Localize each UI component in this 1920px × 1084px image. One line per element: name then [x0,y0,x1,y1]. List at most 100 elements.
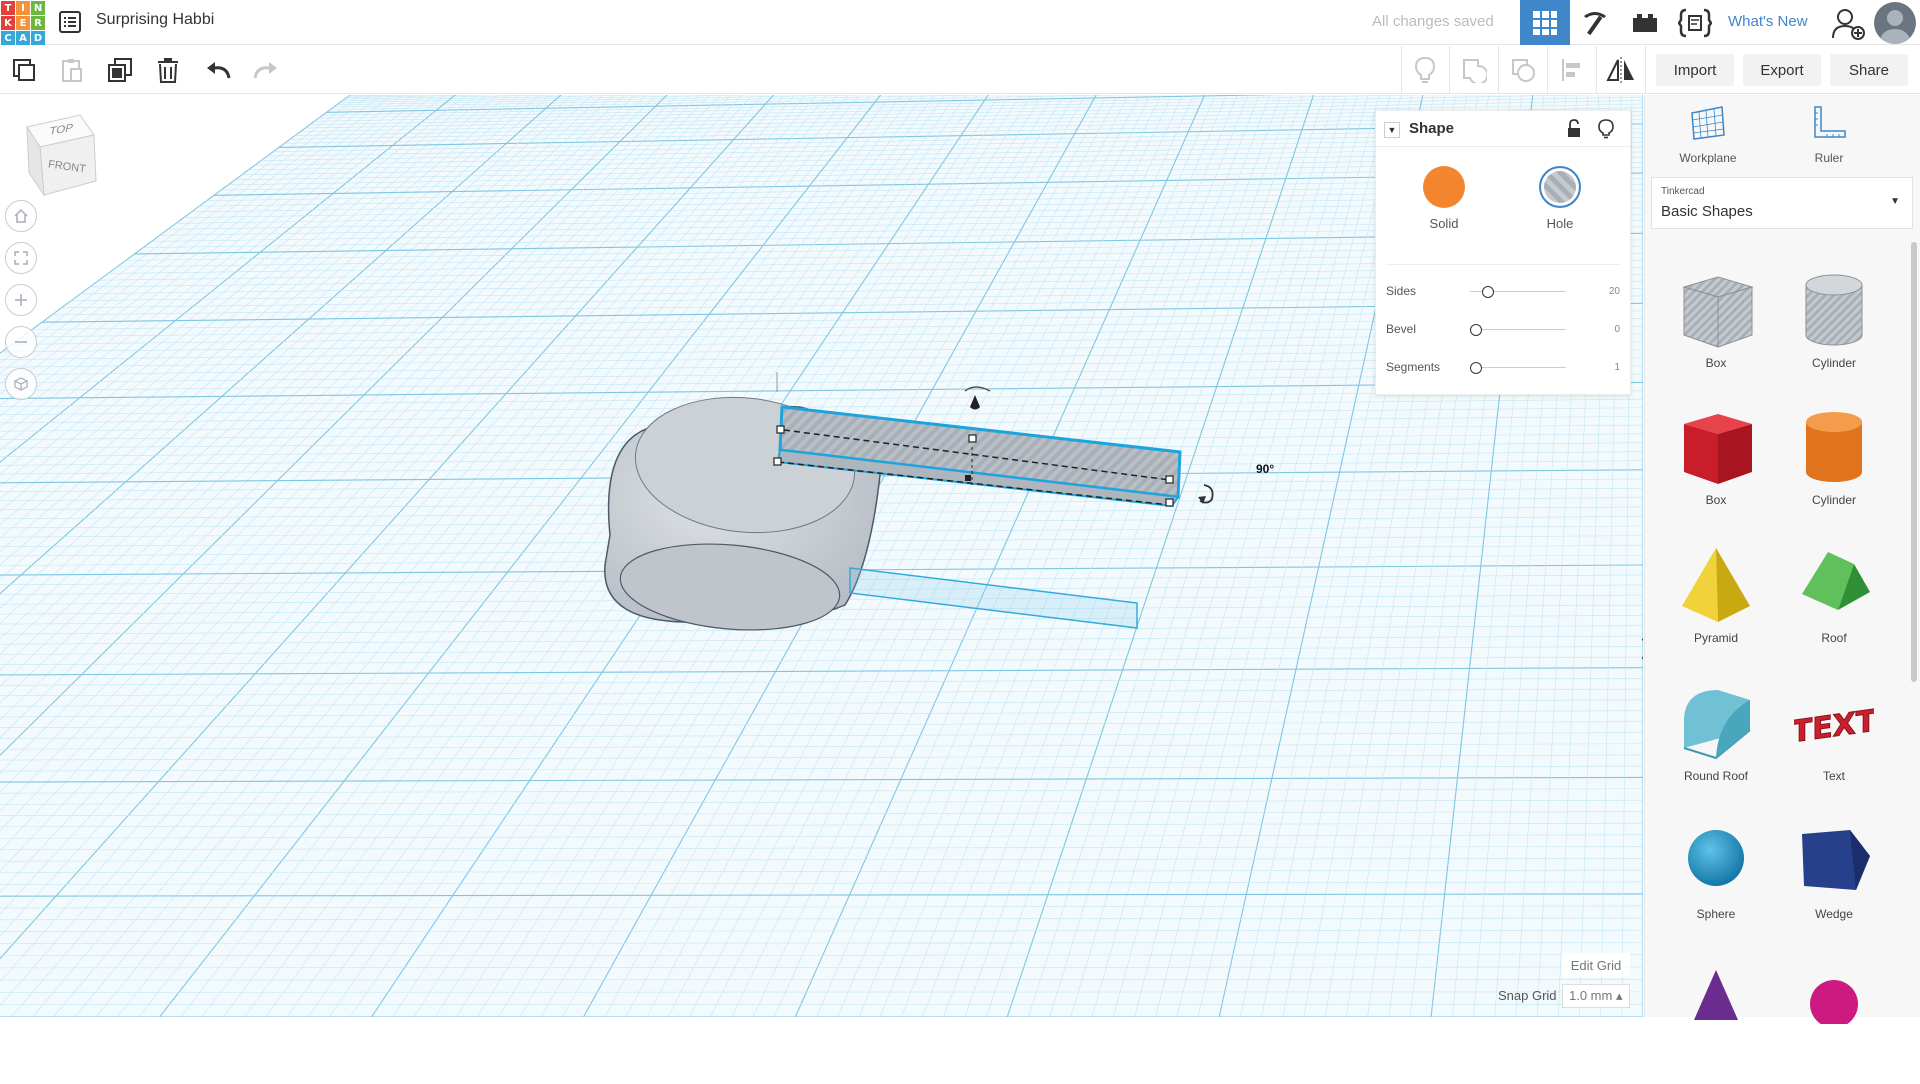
collapse-panel-icon[interactable]: ❭ [1637,635,1643,660]
zoom-in-button[interactable] [5,284,37,316]
group-icon [1461,57,1487,83]
hole-option[interactable]: Hole [1525,166,1595,231]
shape-text[interactable]: TEXT Text [1779,678,1889,808]
hole-label: Hole [1525,216,1595,231]
segments-value[interactable]: 1 [1614,362,1620,373]
library-source: Tinkercad [1661,186,1705,197]
toolbar-divider [1645,46,1646,94]
copy-icon [11,57,37,83]
solid-option[interactable]: Solid [1409,166,1479,231]
solid-color-swatch[interactable] [1423,166,1465,208]
snap-grid-select[interactable]: 1.0 mm ▴ [1562,984,1630,1008]
shape-label: Cylinder [1779,356,1889,370]
shape-pyramid[interactable]: Pyramid [1661,540,1771,670]
shape-label: Sphere [1661,907,1771,921]
sides-value[interactable]: 20 [1609,286,1620,297]
segments-slider-knob[interactable] [1470,362,1482,374]
lock-button[interactable] [1566,119,1584,139]
design-list-icon[interactable] [58,10,82,34]
ruler-tool[interactable]: Ruler [1774,103,1884,165]
shape-label: Text [1779,769,1889,783]
ruler-label: Ruler [1774,151,1884,165]
codeblocks-view-button[interactable] [1670,0,1720,45]
svg-text:TEXT: TEXT [1794,704,1874,751]
view-cube[interactable]: TOP FRONT [22,113,102,208]
bevel-label: Bevel [1386,322,1416,336]
hole-swatch[interactable] [1539,166,1581,208]
projection-toggle-button[interactable] [5,368,37,400]
library-name: Basic Shapes [1661,203,1753,220]
mirror-button[interactable] [1597,46,1645,94]
delete-button[interactable] [144,46,192,94]
minecraft-view-button[interactable] [1570,0,1620,45]
inspector-divider [1386,264,1620,265]
edit-grid-button[interactable]: Edit Grid [1562,953,1630,977]
shape-library-select[interactable]: Tinkercad Basic Shapes ▼ [1651,177,1913,229]
bevel-slider-knob[interactable] [1470,324,1482,336]
tinkercad-logo[interactable]: T I N K E R C A D [1,1,45,44]
invite-user-button[interactable] [1832,8,1866,45]
copy-button[interactable] [0,46,48,94]
3d-design-view-button[interactable] [1520,0,1570,45]
bevel-slider[interactable] [1470,329,1566,330]
shape-cylinder-hole[interactable]: Cylinder [1779,265,1889,395]
align-button[interactable] [1548,46,1596,94]
undo-button[interactable] [194,46,242,94]
shape-round-roof[interactable]: Round Roof [1661,678,1771,808]
sidebar-scrollbar[interactable] [1911,242,1917,682]
logo-letter: T [1,1,15,15]
collapse-inspector-button[interactable]: ▼ [1384,122,1400,138]
zoom-out-button[interactable] [5,326,37,358]
cone-icon [1676,954,1756,1024]
shape-label: Pyramid [1661,631,1771,645]
ungroup-button[interactable] [1499,46,1547,94]
redo-button[interactable] [242,46,290,94]
zoom-in-icon [13,292,29,308]
import-button[interactable]: Import [1656,54,1734,86]
shape-label: Roof [1779,631,1889,645]
shape-wedge[interactable]: Wedge [1779,816,1889,946]
ungroup-icon [1510,57,1536,83]
sphere-icon [1676,816,1756,902]
snap-grid-label: Snap Grid [1498,988,1557,1003]
cylinder-icon [1794,402,1874,488]
lift-handle-icon[interactable] [970,395,980,410]
shape-box[interactable]: Box [1661,402,1771,532]
shape-cone-partial[interactable] [1661,954,1771,1084]
workplane-label: Workplane [1653,151,1763,165]
shape-box-hole[interactable]: Box [1661,265,1771,395]
user-avatar[interactable] [1874,2,1916,44]
home-view-button[interactable] [5,200,37,232]
bevel-value[interactable]: 0 [1614,324,1620,335]
share-button[interactable]: Share [1830,54,1908,86]
paste-icon [59,57,85,83]
fit-view-button[interactable] [5,242,37,274]
shape-label: Box [1661,356,1771,370]
sides-slider-knob[interactable] [1482,286,1494,298]
undo-icon [205,60,231,80]
paste-button[interactable] [48,46,96,94]
center-handle[interactable] [965,475,971,481]
segments-slider[interactable] [1470,367,1566,368]
redo-icon [253,60,279,80]
cylinder-hole-icon [1794,265,1874,351]
shape-cylinder[interactable]: Cylinder [1779,402,1889,532]
workplane-icon [1688,103,1728,143]
hide-shape-button[interactable] [1598,119,1616,139]
wedge-icon [1794,816,1874,902]
round-roof-icon [1676,678,1756,764]
rotate-handle-icon[interactable] [965,387,990,391]
shape-sphere[interactable]: Sphere [1661,816,1771,946]
project-title[interactable]: Surprising Habbi [96,11,214,29]
add-user-icon [1832,8,1866,40]
shape-roof[interactable]: Roof [1779,540,1889,670]
duplicate-button[interactable] [96,46,144,94]
group-button[interactable] [1450,46,1498,94]
bricks-view-button[interactable] [1620,0,1670,45]
whats-new-link[interactable]: What's New [1728,13,1808,30]
workplane-tool[interactable]: Workplane [1653,103,1763,165]
avatar-icon [1874,2,1916,44]
show-all-button[interactable] [1401,46,1449,94]
shape-paraboloid-partial[interactable] [1779,954,1889,1084]
export-button[interactable]: Export [1743,54,1821,86]
